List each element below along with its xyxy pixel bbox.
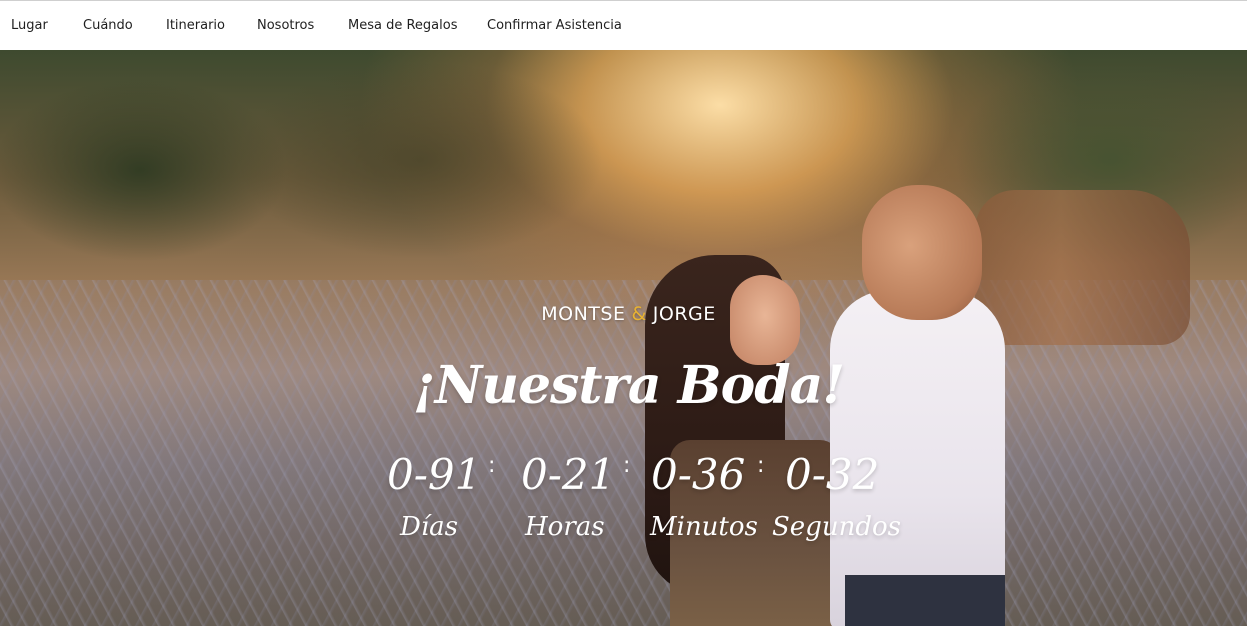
nav-item-lugar[interactable]: Lugar xyxy=(11,18,48,33)
countdown-minutes-value: 0-36 xyxy=(651,450,746,499)
hero-content: MONTSE & JORGE ¡Nuestra Boda! 0-91 : 0-21 … xyxy=(0,50,1247,626)
countdown-separator: : xyxy=(757,453,765,478)
ampersand: & xyxy=(631,303,647,325)
nav-item-cuando[interactable]: Cuándo xyxy=(83,18,133,33)
countdown-days-label: Días xyxy=(400,512,459,542)
top-navigation: Lugar Cuándo Itinerario Nosotros Mesa de… xyxy=(0,0,1247,50)
countdown-seconds-value: 0-32 xyxy=(785,450,880,499)
name-jorge: JORGE xyxy=(652,303,716,325)
nav-item-mesa-de-regalos[interactable]: Mesa de Regalos xyxy=(348,18,457,33)
nav-item-confirmar-asistencia[interactable]: Confirmar Asistencia xyxy=(487,18,622,33)
countdown-hours-value: 0-21 xyxy=(521,450,616,499)
name-montse: MONTSE xyxy=(541,303,626,325)
countdown-minutes-label: Minutos xyxy=(650,512,758,542)
couple-names: MONTSE & JORGE xyxy=(0,303,1247,325)
countdown-separator: : xyxy=(488,453,496,478)
nav-item-nosotros[interactable]: Nosotros xyxy=(257,18,314,33)
page-title: ¡Nuestra Boda! xyxy=(412,355,845,416)
countdown-seconds-label: Segundos xyxy=(772,512,901,542)
countdown-hours-label: Horas xyxy=(525,512,605,542)
nav-item-itinerario[interactable]: Itinerario xyxy=(166,18,225,33)
countdown-days-value: 0-91 xyxy=(387,450,482,499)
countdown-separator: : xyxy=(623,453,631,478)
